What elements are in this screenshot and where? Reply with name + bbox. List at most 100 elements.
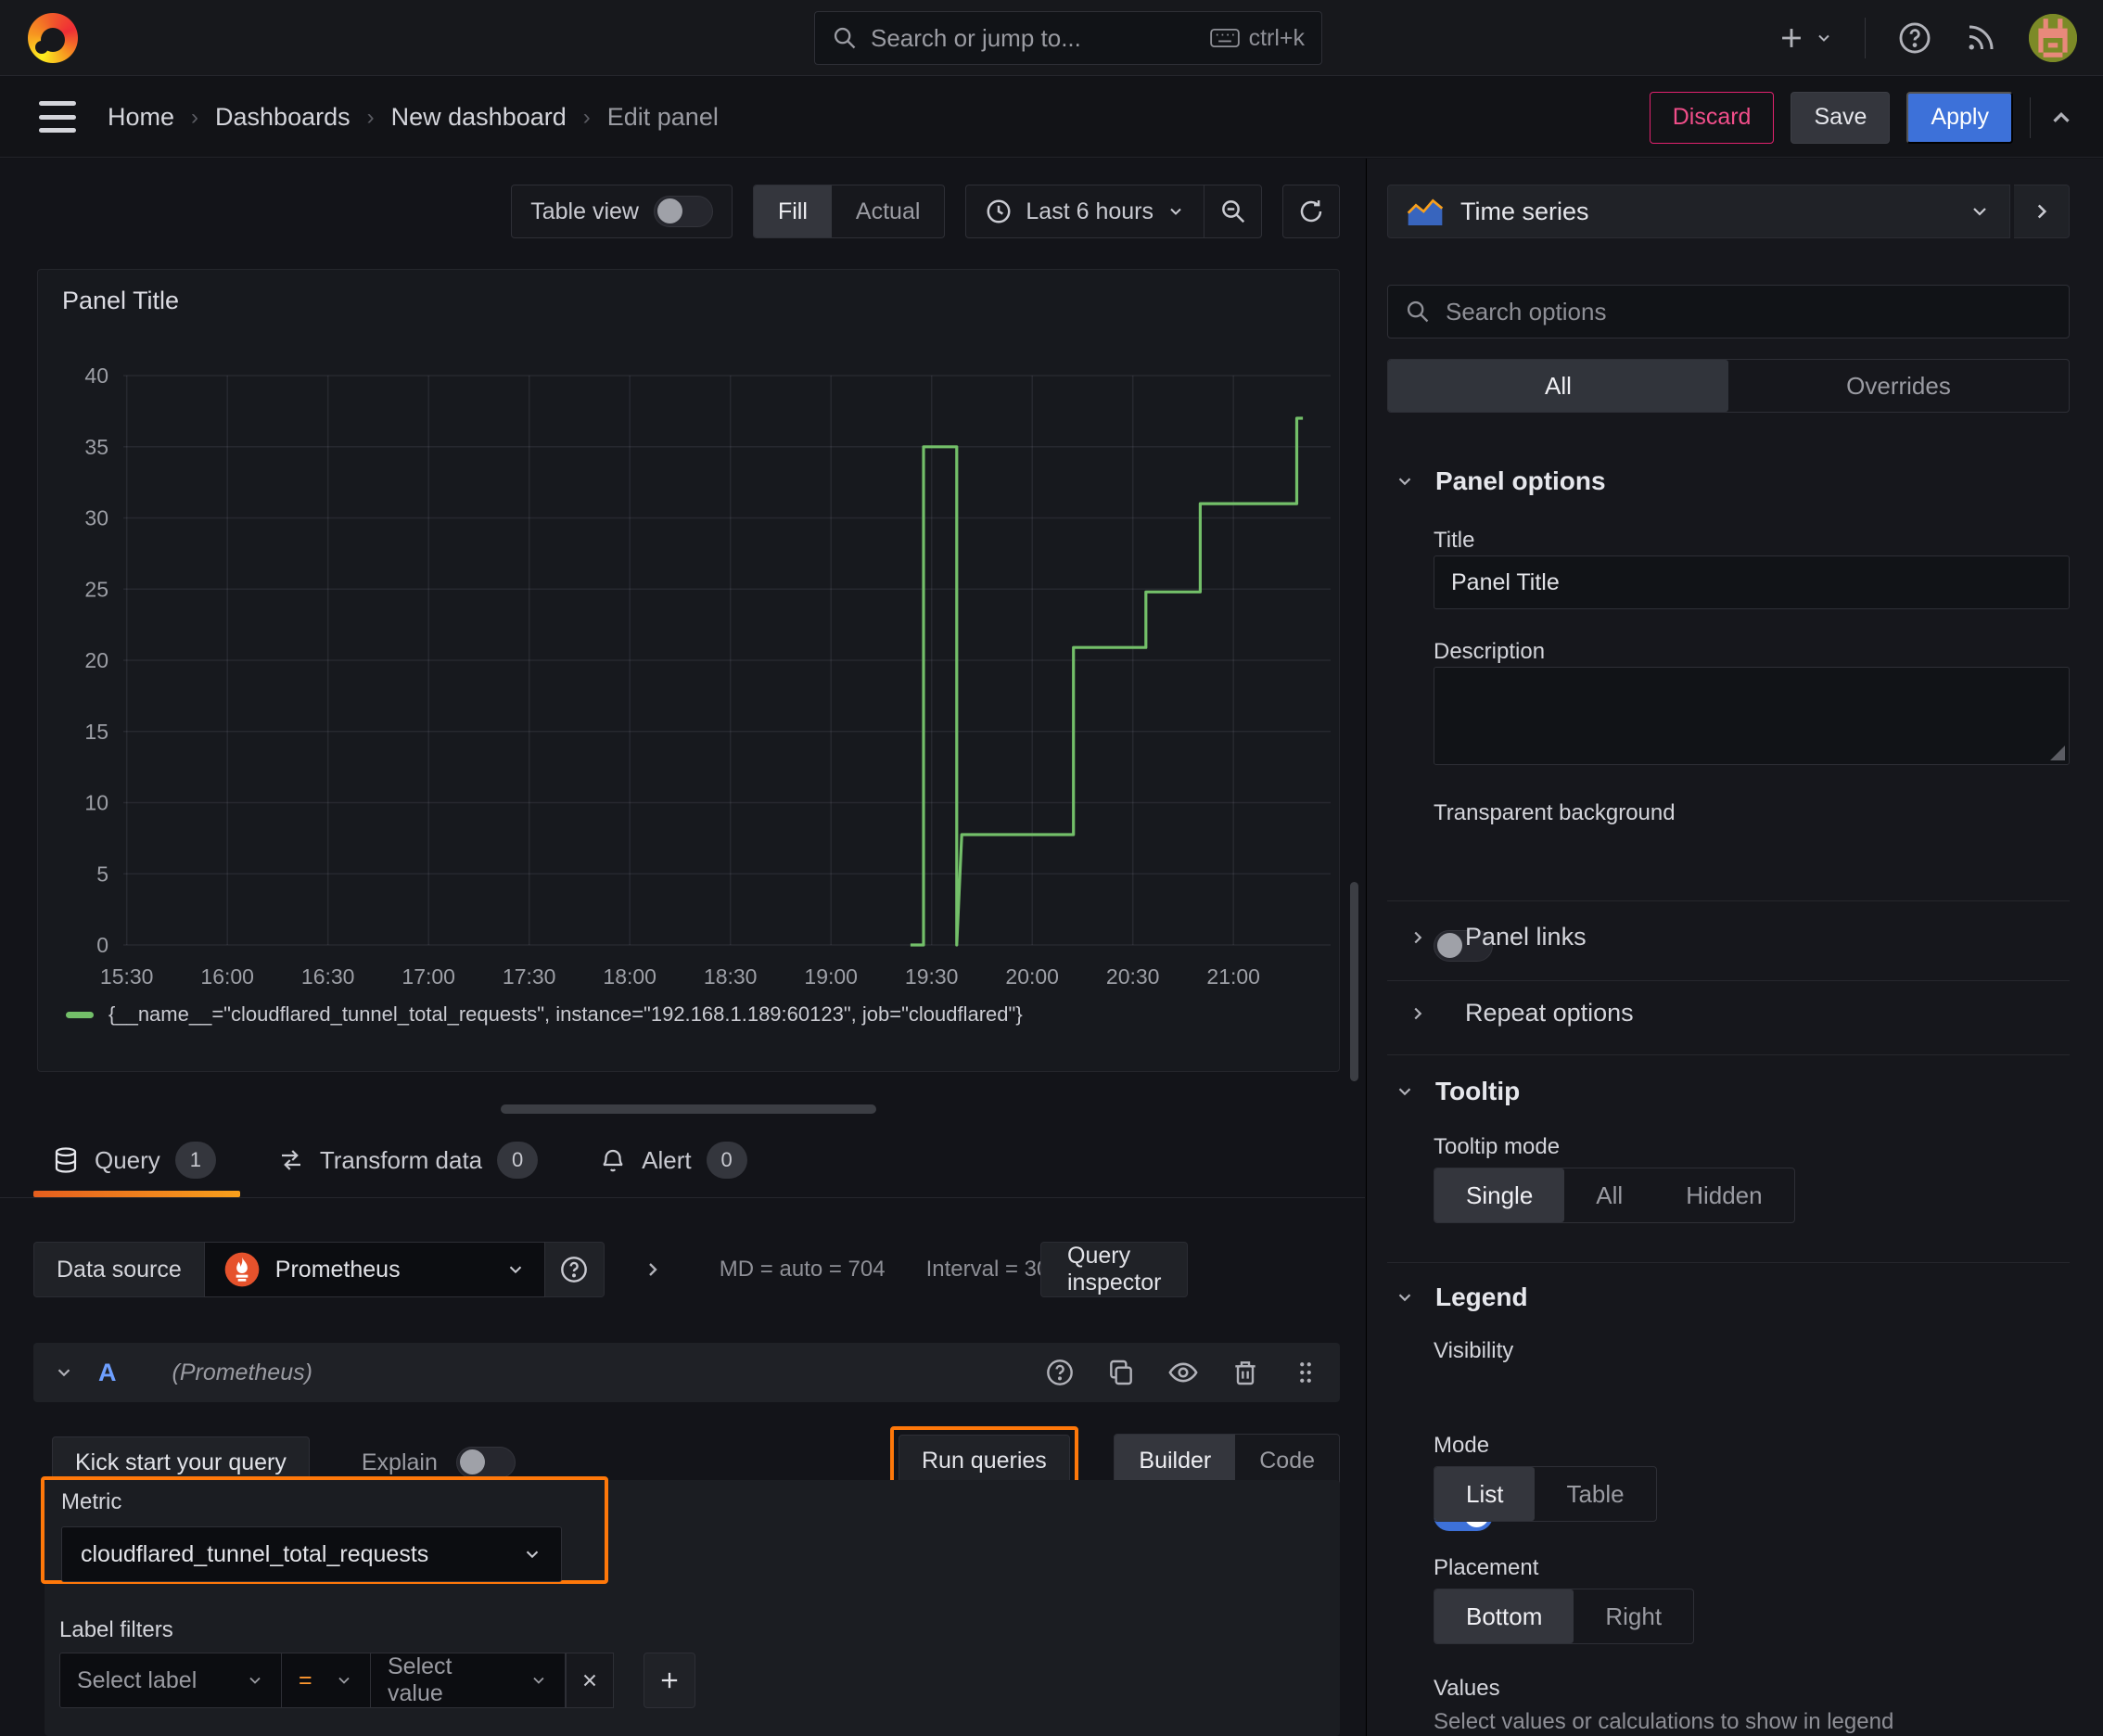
- select-value-placeholder: Select value: [388, 1653, 452, 1706]
- user-avatar[interactable]: [2029, 14, 2077, 62]
- table-view-label: Table view: [530, 198, 639, 224]
- breadcrumb-new-dashboard[interactable]: New dashboard: [391, 103, 567, 132]
- placement-right-option[interactable]: Right: [1574, 1589, 1693, 1643]
- breadcrumb-edit-panel: Edit panel: [606, 103, 719, 131]
- code-option[interactable]: Code: [1235, 1435, 1339, 1487]
- table-view-toggle[interactable]: [653, 196, 713, 227]
- legend-values-hint: Select values or calculations to show in…: [1434, 1709, 1894, 1734]
- panel-options-sidebar: Time series Search options All Overrides…: [1366, 159, 2103, 1736]
- discard-button[interactable]: Discard: [1649, 91, 1775, 144]
- collapse-up-icon[interactable]: [2047, 104, 2075, 132]
- help-button[interactable]: [1897, 20, 1932, 56]
- svg-text:16:30: 16:30: [301, 964, 355, 989]
- chevron-down-icon[interactable]: [54, 1362, 74, 1383]
- tooltip-section-header[interactable]: Tooltip: [1395, 1077, 1520, 1106]
- apply-button[interactable]: Apply: [1906, 91, 2013, 144]
- datasource-help-button[interactable]: [544, 1242, 605, 1297]
- duplicate-query-icon[interactable]: [1106, 1358, 1136, 1387]
- panel-preview: Panel Title 0 5 10 15 20 25 30 35 40 15:30 16:00 16…: [37, 269, 1340, 1072]
- avatar-pixel-icon: [2029, 14, 2077, 62]
- tab-query[interactable]: Query 1: [33, 1123, 240, 1197]
- mode-table-option[interactable]: Table: [1535, 1467, 1655, 1521]
- remove-filter-button[interactable]: [566, 1653, 614, 1708]
- timeseries-chart[interactable]: 0 5 10 15 20 25 30 35 40 15:30 16:00 16:30 17:00 17:3…: [38, 270, 1339, 1071]
- visualization-select[interactable]: Time series: [1387, 185, 2010, 238]
- tab-overrides[interactable]: Overrides: [1728, 360, 2069, 412]
- label-filters-label: Label filters: [59, 1617, 173, 1642]
- menu-icon[interactable]: [39, 101, 76, 133]
- expand-row-icon[interactable]: [642, 1258, 664, 1281]
- svg-text:17:00: 17:00: [401, 964, 455, 989]
- add-filter-button[interactable]: [644, 1653, 695, 1708]
- metric-select[interactable]: cloudflared_tunnel_total_requests: [61, 1526, 562, 1582]
- panel-options-section-header[interactable]: Panel options: [1395, 466, 1606, 496]
- tab-alert-label: Alert: [642, 1145, 692, 1174]
- operator-dropdown[interactable]: =: [282, 1653, 371, 1708]
- actual-option[interactable]: Actual: [832, 185, 944, 237]
- panel-title-input[interactable]: Panel Title: [1434, 555, 2070, 609]
- collapse-options-button[interactable]: [2014, 185, 2070, 238]
- grafana-logo-icon[interactable]: [28, 13, 78, 63]
- svg-text:19:30: 19:30: [905, 964, 959, 989]
- chevron-down-icon: [249, 1677, 261, 1684]
- remove-query-icon[interactable]: [1230, 1358, 1260, 1387]
- actions-divider: [2030, 96, 2031, 138]
- svg-text:40: 40: [84, 364, 108, 388]
- explain-label: Explain: [361, 1449, 438, 1475]
- options-search-input[interactable]: Search options: [1387, 285, 2070, 338]
- vertical-scrollbar-thumb[interactable]: [1350, 882, 1358, 1081]
- panel-links-section-header[interactable]: Panel links: [1408, 923, 1587, 951]
- query-inspector-button[interactable]: Query inspector: [1040, 1242, 1189, 1297]
- chevron-down-icon: [533, 1677, 544, 1684]
- svg-text:18:00: 18:00: [603, 964, 656, 989]
- tab-transform-data[interactable]: Transform data 0: [277, 1123, 539, 1197]
- run-queries-button[interactable]: Run queries: [899, 1435, 1070, 1487]
- description-textarea[interactable]: [1434, 667, 2070, 765]
- legend-mode-segmented: List Table: [1434, 1466, 1657, 1522]
- question-circle-icon: [1899, 22, 1931, 54]
- tooltip-single-option[interactable]: Single: [1434, 1168, 1565, 1222]
- prometheus-icon: [224, 1252, 260, 1287]
- repeat-options-section-header[interactable]: Repeat options: [1408, 999, 1634, 1028]
- builder-option[interactable]: Builder: [1115, 1435, 1236, 1487]
- panel-edit-area: Table view Fill Actual Last 6 hours Pane…: [0, 159, 1365, 1736]
- database-icon: [55, 1147, 77, 1173]
- placement-bottom-option[interactable]: Bottom: [1434, 1589, 1574, 1643]
- legend-section-header[interactable]: Legend: [1395, 1283, 1528, 1312]
- tab-alert[interactable]: Alert 0: [599, 1123, 747, 1197]
- query-ref-name[interactable]: A: [98, 1359, 117, 1387]
- add-new-button[interactable]: [1776, 22, 1833, 54]
- pane-resize-handle[interactable]: [501, 1104, 876, 1114]
- close-icon: [583, 1674, 596, 1687]
- svg-text:10: 10: [84, 791, 108, 815]
- tab-all[interactable]: All: [1388, 360, 1728, 412]
- legend-series-swatch[interactable]: [66, 1011, 94, 1018]
- legend-placement-segmented: Bottom Right: [1434, 1589, 1695, 1644]
- fill-option[interactable]: Fill: [753, 185, 832, 237]
- zoom-out-button[interactable]: [1204, 185, 1261, 237]
- save-button[interactable]: Save: [1791, 91, 1891, 144]
- tooltip-all-option[interactable]: All: [1564, 1168, 1654, 1222]
- breadcrumb-dashboards[interactable]: Dashboards: [215, 103, 350, 132]
- refresh-button[interactable]: [1282, 185, 1340, 238]
- search-placeholder: Search or jump to...: [871, 23, 1081, 52]
- drag-handle-icon[interactable]: [1292, 1359, 1319, 1386]
- time-range-button[interactable]: Last 6 hours: [966, 185, 1204, 237]
- query-row-header[interactable]: A (Prometheus): [33, 1343, 1340, 1402]
- legend-series-label[interactable]: {__name__="cloudflared_tunnel_total_requ…: [108, 1002, 1023, 1027]
- select-value-dropdown[interactable]: Select value: [371, 1653, 566, 1708]
- hide-response-icon[interactable]: [1167, 1357, 1199, 1388]
- query-help-icon[interactable]: [1045, 1358, 1075, 1387]
- table-view-toggle-group[interactable]: Table view: [511, 185, 733, 238]
- explain-toggle[interactable]: [455, 1447, 516, 1478]
- global-search-input[interactable]: Search or jump to... ctrl+k: [814, 11, 1322, 65]
- tab-transform-count: 0: [497, 1142, 539, 1179]
- mode-list-option[interactable]: List: [1434, 1467, 1536, 1521]
- breadcrumb-home[interactable]: Home: [108, 103, 174, 132]
- news-button[interactable]: [1964, 21, 1997, 55]
- tab-alert-count: 0: [706, 1142, 747, 1179]
- tooltip-hidden-option[interactable]: Hidden: [1654, 1168, 1793, 1222]
- datasource-select[interactable]: Prometheus: [203, 1242, 545, 1297]
- select-label-dropdown[interactable]: Select label: [59, 1653, 282, 1708]
- bell-icon: [603, 1149, 623, 1172]
